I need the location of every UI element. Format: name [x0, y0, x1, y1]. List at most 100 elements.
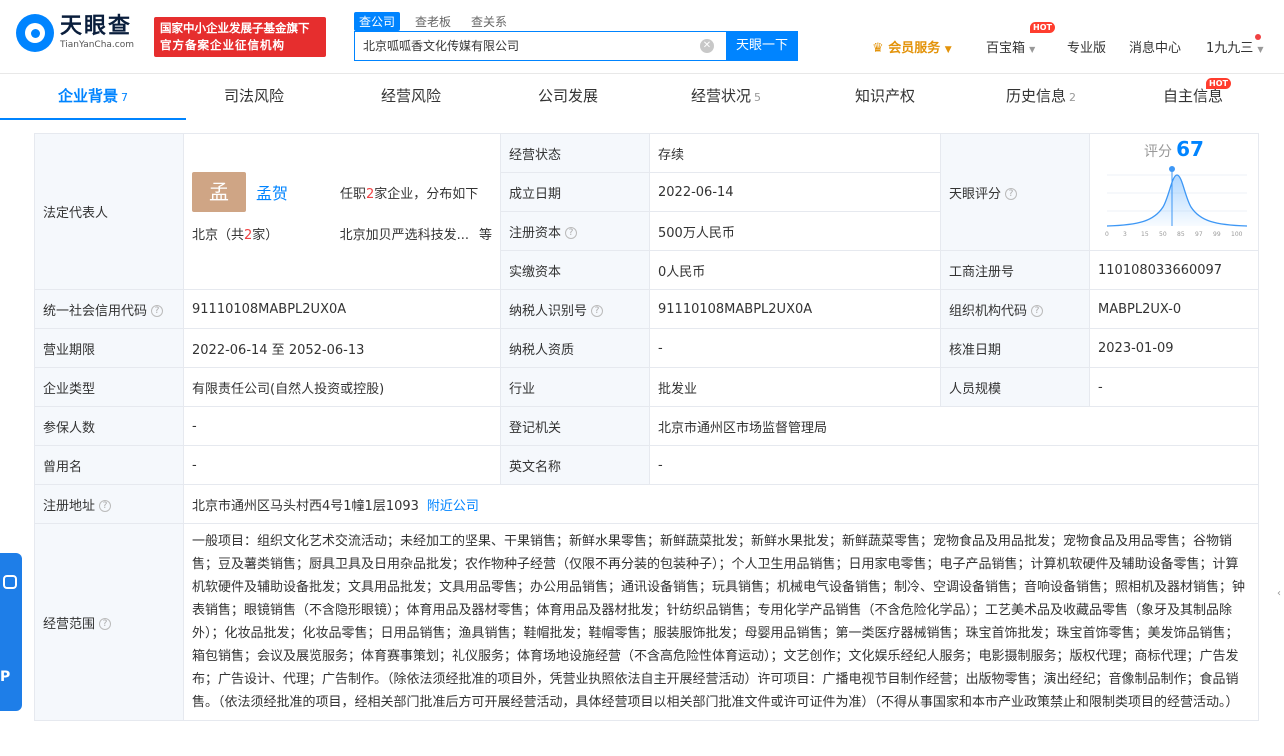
- help-icon[interactable]: ?: [99, 618, 112, 630]
- avatar: 孟: [192, 172, 246, 212]
- tab-company-development[interactable]: 公司发展: [500, 74, 636, 120]
- founded-value: 2022-06-14: [649, 172, 941, 212]
- tab-enterprise-background[interactable]: 企业背景 7: [0, 74, 186, 120]
- former-name-label: 曾用名: [34, 445, 184, 485]
- score-distribution-chart: 0 3 15 50 85 97 99 100: [1105, 166, 1248, 238]
- region-text: 北京（共2家）: [192, 224, 278, 243]
- staff-size-label: 人员规模: [940, 367, 1090, 407]
- capital-label-cell: 注册资本?: [500, 211, 650, 251]
- capital-value: 500万人民币: [649, 211, 941, 251]
- tab-intellectual-property[interactable]: 知识产权: [816, 74, 954, 120]
- staff-size-value: -: [1089, 367, 1259, 407]
- user-name: 1九九三: [1206, 41, 1254, 56]
- pro-version-link[interactable]: 专业版: [1067, 37, 1106, 56]
- status-label: 经营状态: [500, 133, 650, 173]
- former-name-value: -: [183, 445, 501, 485]
- insured-value: -: [183, 406, 501, 446]
- paid-capital-value: 0人民币: [649, 250, 941, 290]
- tab-label: 知识产权: [854, 87, 915, 105]
- help-icon[interactable]: ?: [151, 305, 164, 317]
- help-icon[interactable]: ?: [565, 227, 578, 239]
- top-header: 天眼查 TianYanCha.com 国家中小企业发展子基金旗下 官方备案企业征…: [0, 0, 1284, 74]
- term-value: 2022-06-14 至 2052-06-13: [183, 328, 501, 368]
- tab-label: 经营风险: [380, 87, 441, 105]
- tab-self-info[interactable]: 自主信息 HOT: [1128, 74, 1258, 120]
- legal-rep-name[interactable]: 孟贺: [256, 180, 336, 204]
- chevron-down-icon: ▼: [1257, 45, 1264, 54]
- search-input[interactable]: 北京呱呱香文化传媒有限公司 ✕: [354, 31, 726, 61]
- axis-tick: 15: [1141, 231, 1149, 238]
- region-pre: 北京（共: [192, 228, 245, 243]
- floating-side-widget[interactable]: P: [0, 553, 22, 711]
- legal-rep-label: 法定代表人: [34, 133, 184, 290]
- app-icon: P: [0, 669, 11, 685]
- paid-capital-label: 实缴资本: [500, 250, 650, 290]
- tab-label: 经营状况: [690, 87, 751, 105]
- approve-date-label: 核准日期: [940, 328, 1090, 368]
- user-menu[interactable]: 1九九三 ▼: [1206, 37, 1264, 56]
- tab-operating-status[interactable]: 经营状况 5: [636, 74, 816, 120]
- credit-code-label: 统一社会信用代码: [43, 303, 148, 319]
- company-type-value: 有限责任公司(自然人投资或控股): [183, 367, 501, 407]
- axis-tick: 97: [1195, 231, 1203, 238]
- scope-label-cell: 经营范围?: [34, 523, 184, 721]
- badge-line2: 官方备案企业征信机构: [160, 38, 285, 52]
- tab-judicial-risk[interactable]: 司法风险: [186, 74, 322, 120]
- tab-count: 2: [1069, 91, 1076, 104]
- vip-service-link[interactable]: ♛ 会员服务 ▼: [872, 37, 952, 56]
- company-type-label: 企业类型: [34, 367, 184, 407]
- org-code-value: MABPL2UX-0: [1089, 289, 1259, 329]
- reg-no-label: 工商注册号: [940, 250, 1090, 290]
- more-text: 等: [478, 228, 492, 243]
- insured-label: 参保人数: [34, 406, 184, 446]
- status-value: 存续: [649, 133, 941, 173]
- term-label: 营业期限: [34, 328, 184, 368]
- founded-label: 成立日期: [500, 172, 650, 212]
- tax-id-value: 91110108MABPL2UX0A: [649, 289, 941, 329]
- tab-operating-risk[interactable]: 经营风险: [322, 74, 500, 120]
- logo-domain: TianYanCha.com: [60, 40, 135, 50]
- message-center-link[interactable]: 消息中心: [1129, 37, 1181, 56]
- reg-no-value: 110108033660097: [1089, 250, 1259, 290]
- help-icon[interactable]: ?: [99, 500, 112, 512]
- chevron-down-icon: ▼: [1029, 45, 1036, 54]
- industry-value: 批发业: [649, 367, 941, 407]
- axis-tick: 0: [1105, 231, 1109, 238]
- search-button[interactable]: 天眼一下: [726, 31, 798, 61]
- legal-rep-desc: 任职2家企业，分布如下: [340, 183, 478, 202]
- search-type-tabs: 查公司 查老板 查关系: [354, 12, 512, 31]
- tab-history[interactable]: 历史信息 2: [954, 74, 1128, 120]
- help-icon[interactable]: ?: [1005, 188, 1018, 200]
- desc-text: 家企业，分布如下: [374, 186, 479, 202]
- search-tab-boss[interactable]: 查老板: [410, 12, 456, 31]
- nearby-companies-link[interactable]: 附近公司: [427, 499, 479, 514]
- english-name-label: 英文名称: [500, 445, 650, 485]
- search-input-value: 北京呱呱香文化传媒有限公司: [363, 39, 520, 53]
- company-info-table: 法定代表人 孟 孟贺 任职2家企业，分布如下 北京（共2家） 北京加贝严选科技发…: [34, 133, 1259, 721]
- search-tab-company[interactable]: 查公司: [354, 12, 401, 31]
- notification-dot: [1255, 34, 1261, 40]
- help-icon[interactable]: ?: [591, 305, 604, 317]
- help-icon[interactable]: ?: [1031, 305, 1044, 317]
- tab-label: 公司发展: [537, 87, 598, 105]
- related-company[interactable]: 北京加贝严选科技发... 等: [340, 224, 492, 243]
- capital-label: 注册资本: [509, 225, 562, 241]
- site-logo[interactable]: 天眼查 TianYanCha.com: [16, 14, 134, 52]
- logo-text: 天眼查: [60, 14, 133, 39]
- region-post: 家）: [252, 228, 279, 243]
- axis-tick: 3: [1123, 231, 1127, 238]
- chat-icon: [3, 575, 17, 589]
- legal-rep-cell: 孟 孟贺 任职2家企业，分布如下 北京（共2家） 北京加贝严选科技发... 等: [183, 133, 501, 290]
- tab-label: 企业背景: [57, 87, 118, 105]
- search-tab-relation[interactable]: 查关系: [466, 12, 512, 31]
- score-title-row: 评分 67: [1090, 137, 1258, 161]
- section-tabs: 企业背景 7 司法风险 经营风险 公司发展 经营状况 5 知识产权 历史信息 2 自主…: [0, 74, 1284, 120]
- logo-eye-icon: [16, 14, 54, 52]
- crown-icon: ♛: [872, 41, 884, 56]
- credit-code-label-cell: 统一社会信用代码?: [34, 289, 184, 329]
- tax-id-label-cell: 纳税人识别号?: [500, 289, 650, 329]
- axis-tick: 99: [1213, 231, 1221, 238]
- clear-icon[interactable]: ✕: [700, 39, 714, 53]
- baibao-menu[interactable]: 百宝箱 ▼: [986, 37, 1035, 56]
- scroll-arrow-icon[interactable]: ‹: [1277, 588, 1281, 599]
